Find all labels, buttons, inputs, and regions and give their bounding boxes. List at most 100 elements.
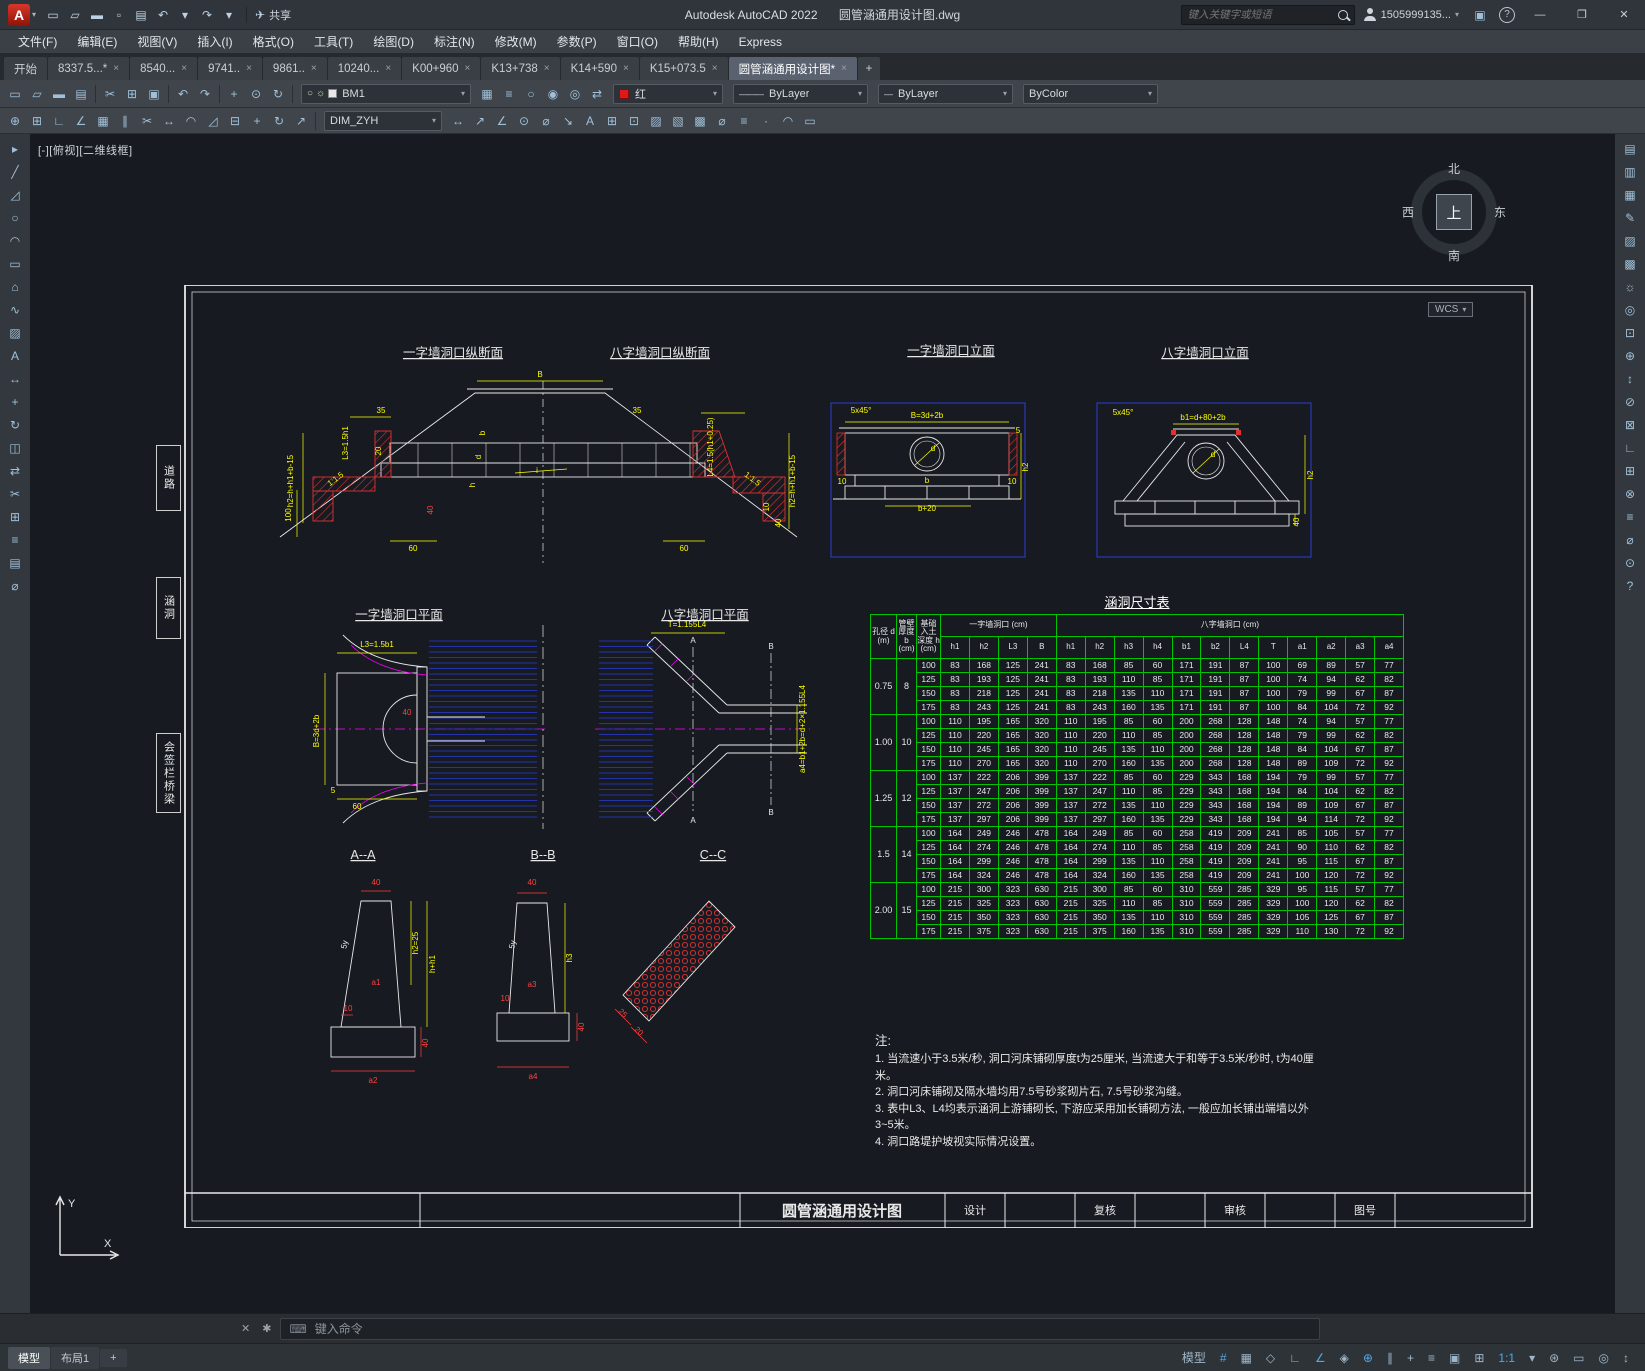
cut-icon[interactable]: ✂ xyxy=(99,84,121,104)
viewcube-icon[interactable]: ⊞ xyxy=(1618,460,1642,482)
doc-tab[interactable]: 8337.5...* × xyxy=(48,57,130,80)
doc-tab[interactable]: 开始 xyxy=(4,57,47,80)
rectangle-icon[interactable]: ▭ xyxy=(3,253,27,275)
minimize-button[interactable]: — xyxy=(1519,0,1561,30)
save-icon[interactable]: ▬ xyxy=(86,5,108,25)
close-tab-icon[interactable]: × xyxy=(246,63,252,74)
lineweight-display-icon[interactable]: ≡ xyxy=(1422,1349,1441,1367)
compass-east[interactable]: 东 xyxy=(1494,204,1506,221)
maximize-button[interactable]: ❐ xyxy=(1561,0,1603,30)
search-input[interactable] xyxy=(1187,8,1338,21)
redo-icon[interactable]: ↷ xyxy=(194,84,216,104)
layer-state-icon[interactable]: ≡ xyxy=(498,84,520,104)
line-icon[interactable]: ╱ xyxy=(3,161,27,183)
trim-icon[interactable]: ✂ xyxy=(136,111,158,131)
menu-工具(T)[interactable]: 工具(T) xyxy=(304,30,363,53)
steering-wheel-icon[interactable]: ⊕ xyxy=(1618,345,1642,367)
dyn-input-icon[interactable]: + xyxy=(1401,1349,1420,1367)
menu-标注(N)[interactable]: 标注(N) xyxy=(424,30,485,53)
hatch-icon[interactable]: ▨ xyxy=(645,111,667,131)
rotate-icon[interactable]: ↻ xyxy=(3,414,27,436)
xref-icon[interactable]: ⊗ xyxy=(1618,483,1642,505)
new-file-icon[interactable]: ▭ xyxy=(42,5,64,25)
measure-icon[interactable]: ⌀ xyxy=(3,575,27,597)
doc-tab[interactable]: K14+590 × xyxy=(560,57,639,80)
point-icon[interactable]: · xyxy=(755,111,777,131)
isolate-objects-icon[interactable]: ◎ xyxy=(1593,1349,1615,1367)
object-track-icon[interactable]: ∥ xyxy=(1381,1349,1399,1367)
block-icon[interactable]: ⊡ xyxy=(623,111,645,131)
measure-icon[interactable]: ⌀ xyxy=(1618,529,1642,551)
ortho-icon[interactable]: ∟ xyxy=(48,111,70,131)
grid-display-icon[interactable]: # xyxy=(1214,1349,1233,1367)
extend-icon[interactable]: ↔ xyxy=(158,111,180,131)
doc-tab[interactable]: 10240... × xyxy=(327,57,402,80)
clip-icon[interactable]: ⊠ xyxy=(1618,414,1642,436)
dim-style-combo[interactable]: DIM_ZYH ▾ xyxy=(324,110,442,131)
search-box[interactable] xyxy=(1180,4,1355,25)
dimension-icon[interactable]: ↔ xyxy=(3,368,27,390)
layer-off-icon[interactable]: ○ xyxy=(520,84,542,104)
dim-radius-icon[interactable]: ⊙ xyxy=(513,111,535,131)
scale-icon[interactable]: ↗ xyxy=(290,111,312,131)
compass-up-face[interactable]: 上 xyxy=(1436,194,1472,230)
select-icon[interactable]: ▸ xyxy=(3,138,27,160)
isodraft-icon[interactable]: ◈ xyxy=(1334,1349,1355,1367)
open-icon[interactable]: ▱ xyxy=(26,84,48,104)
menu-编辑(E)[interactable]: 编辑(E) xyxy=(67,30,127,53)
doc-tab[interactable]: 圆管涵通用设计图* × xyxy=(728,57,857,80)
doc-tab[interactable]: 9741.. × xyxy=(198,57,262,80)
viewport-controls[interactable]: [-][俯视][二维线框] xyxy=(38,142,133,158)
drawing-canvas[interactable]: [-][俯视][二维线框] 北 南 西 东 上 WCS ▾ B 35 L3=1.… xyxy=(30,134,1615,1313)
fillet-icon[interactable]: ◠ xyxy=(180,111,202,131)
match-properties-icon[interactable]: ⇄ xyxy=(586,84,608,104)
menu-插入(I)[interactable]: 插入(I) xyxy=(187,30,242,53)
block-icon[interactable]: ⊞ xyxy=(3,506,27,528)
help-icon[interactable]: ? xyxy=(1618,575,1642,597)
menu-修改(M)[interactable]: 修改(M) xyxy=(485,30,547,53)
lineweight-combo[interactable]: — ByLayer ▾ xyxy=(878,83,1013,104)
copy-icon[interactable]: ◫ xyxy=(3,437,27,459)
ucs-icon[interactable]: ∟ xyxy=(1618,437,1642,459)
zoom-icon[interactable]: ⊙ xyxy=(245,84,267,104)
search-icon[interactable] xyxy=(1337,9,1348,20)
menu-视图(V)[interactable]: 视图(V) xyxy=(127,30,187,53)
text-icon[interactable]: A xyxy=(3,345,27,367)
layer-isolate-icon[interactable]: ◎ xyxy=(564,84,586,104)
model-paper-toggle[interactable]: 模型 xyxy=(1176,1347,1212,1368)
color-combo[interactable]: 红 ▾ xyxy=(613,83,723,104)
layout-tab-模型[interactable]: 模型 xyxy=(8,1346,50,1369)
move-icon[interactable]: + xyxy=(3,391,27,413)
table-icon[interactable]: ⊞ xyxy=(601,111,623,131)
redo-dropdown-icon[interactable]: ▾ xyxy=(218,5,240,25)
navigation-compass[interactable]: 北 南 西 东 上 xyxy=(1402,160,1506,264)
close-tab-icon[interactable]: × xyxy=(465,63,471,74)
workspace-icon[interactable]: ⊛ xyxy=(1543,1349,1565,1367)
account-button[interactable]: 1505999135... ▾ xyxy=(1363,8,1459,21)
doc-tab[interactable]: 9861.. × xyxy=(262,57,327,80)
render-icon[interactable]: ▩ xyxy=(1618,253,1642,275)
erase-icon[interactable]: ✂ xyxy=(3,483,27,505)
section-icon[interactable]: ⊘ xyxy=(1618,391,1642,413)
osnap-icon[interactable]: ⊕ xyxy=(1357,1349,1379,1367)
linetype-combo[interactable]: ——— ByLayer ▾ xyxy=(733,83,868,104)
revcloud-icon[interactable]: ◠ xyxy=(777,111,799,131)
app-menu-button[interactable]: A ▾ xyxy=(4,3,40,27)
array-icon[interactable]: ⊟ xyxy=(224,111,246,131)
camera-icon[interactable]: ◎ xyxy=(1618,299,1642,321)
close-tab-icon[interactable]: × xyxy=(311,63,317,74)
close-button[interactable]: ✕ xyxy=(1603,0,1645,30)
chamfer-icon[interactable]: ◿ xyxy=(202,111,224,131)
polygon-icon[interactable]: ⌂ xyxy=(3,276,27,298)
snap-mode-icon[interactable]: ▦ xyxy=(1235,1349,1258,1367)
doc-tab[interactable]: K00+960 × xyxy=(402,57,481,80)
paste-icon[interactable]: ▣ xyxy=(143,84,165,104)
menu-格式(O)[interactable]: 格式(O) xyxy=(243,30,304,53)
tool-palettes-icon[interactable]: ▤ xyxy=(1618,138,1642,160)
ortho-mode-icon[interactable]: ∟ xyxy=(1283,1349,1307,1367)
polar-icon[interactable]: ∠ xyxy=(70,111,92,131)
wipeout-icon[interactable]: ▭ xyxy=(799,111,821,131)
close-tab-icon[interactable]: × xyxy=(181,63,187,74)
layer-walk-icon[interactable]: ≡ xyxy=(1618,506,1642,528)
plot-icon[interactable]: ▤ xyxy=(130,5,152,25)
